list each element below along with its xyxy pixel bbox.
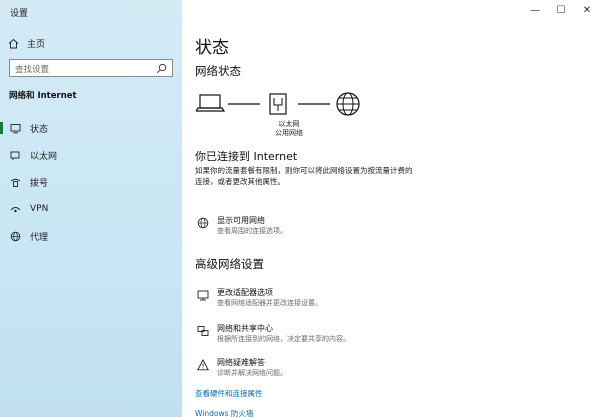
window-controls: — ☐ ✕ [522, 0, 600, 20]
vpn-icon [9, 203, 21, 215]
computer-icon [196, 94, 226, 112]
diagram-label: 以太网 公用网络 [264, 120, 314, 138]
show-networks-subtitle: 查看周围的连接选项。 [217, 227, 287, 235]
sidebar-item-status[interactable]: 状态 [0, 119, 182, 137]
sidebar-item-label: 以太网 [30, 151, 58, 162]
warning-icon [197, 359, 209, 371]
sharing-center-link[interactable]: 网络和共享中心 根据所连接到的网络，决定要共享的内容。 [197, 324, 350, 344]
page-title: 状态 [195, 38, 229, 58]
home-icon [8, 38, 19, 48]
hardware-properties-link[interactable]: 查看硬件和连接属性 [195, 388, 263, 399]
globe-icon [336, 92, 360, 116]
firewall-link[interactable]: Windows 防火墙 [195, 408, 253, 417]
troubleshoot-link[interactable]: 网络疑难解答 诊断并解决网络问题。 [197, 358, 287, 378]
home-label: 主页 [27, 39, 46, 50]
ethernet-icon [9, 149, 21, 161]
adapter-options-link[interactable]: 更改适配器选项 查看网络适配器并更改连接设置。 [197, 288, 322, 308]
sidebar-item-vpn[interactable]: VPN [0, 200, 182, 218]
sharing-title: 网络和共享中心 [217, 324, 273, 333]
minimize-button[interactable]: — [522, 0, 548, 20]
ethernet-port-icon [269, 93, 287, 115]
section-title: 网络和 Internet [9, 91, 77, 101]
home-link[interactable]: 主页 [8, 36, 45, 50]
troubleshoot-subtitle: 诊断并解决网络问题。 [217, 369, 287, 377]
maximize-button[interactable]: ☐ [548, 0, 574, 20]
close-button[interactable]: ✕ [574, 0, 600, 20]
status-icon [9, 122, 21, 134]
sharing-center-icon [197, 326, 209, 336]
dialup-icon [9, 176, 21, 188]
app-title: 设置 [10, 9, 29, 19]
sidebar: 设置 主页 查找设置 网络和 Internet 状态 以太网 拨号 VPN 代理 [0, 0, 182, 417]
sidebar-item-label: VPN [30, 204, 49, 214]
adapter-icon [197, 290, 209, 301]
network-globe-icon [197, 217, 209, 229]
connected-title: 你已连接到 Internet [195, 150, 298, 163]
main-panel: — ☐ ✕ 状态 网络状态 以太网 公用网络 你已连接到 Internet 如果… [182, 0, 600, 417]
connected-desc-line1: 如果你的流量套餐有限制，则你可以将此网络设置为按流量计费的 [195, 166, 413, 175]
sharing-subtitle: 根据所连接到的网络，决定要共享的内容。 [217, 335, 350, 343]
sidebar-item-label: 代理 [30, 232, 49, 243]
proxy-icon [9, 230, 21, 242]
sidebar-item-dialup[interactable]: 拨号 [0, 173, 182, 191]
sidebar-item-ethernet[interactable]: 以太网 [0, 146, 182, 164]
adapter-subtitle: 查看网络适配器并更改连接设置。 [217, 299, 322, 307]
search-input[interactable]: 查找设置 [9, 59, 173, 77]
connected-description: 如果你的流量套餐有限制，则你可以将此网络设置为按流量计费的 连接，或者更改其他属… [195, 165, 445, 187]
search-placeholder: 查找设置 [15, 65, 50, 75]
search-icon[interactable] [156, 63, 167, 74]
diagram-label-line1: 以太网 [278, 120, 300, 128]
adapter-title: 更改适配器选项 [217, 288, 273, 297]
sidebar-item-label: 状态 [30, 124, 49, 135]
show-networks-link[interactable]: 显示可用网络 查看周围的连接选项。 [197, 216, 287, 236]
sidebar-item-proxy[interactable]: 代理 [0, 227, 182, 245]
network-status-heading: 网络状态 [195, 64, 241, 78]
troubleshoot-title: 网络疑难解答 [217, 358, 265, 367]
advanced-settings-heading: 高级网络设置 [195, 257, 264, 271]
diagram-label-line2: 公用网络 [275, 129, 303, 137]
connected-desc-line2: 连接，或者更改其他属性。 [195, 177, 285, 186]
sidebar-item-label: 拨号 [30, 178, 49, 189]
show-networks-title: 显示可用网络 [217, 216, 265, 225]
